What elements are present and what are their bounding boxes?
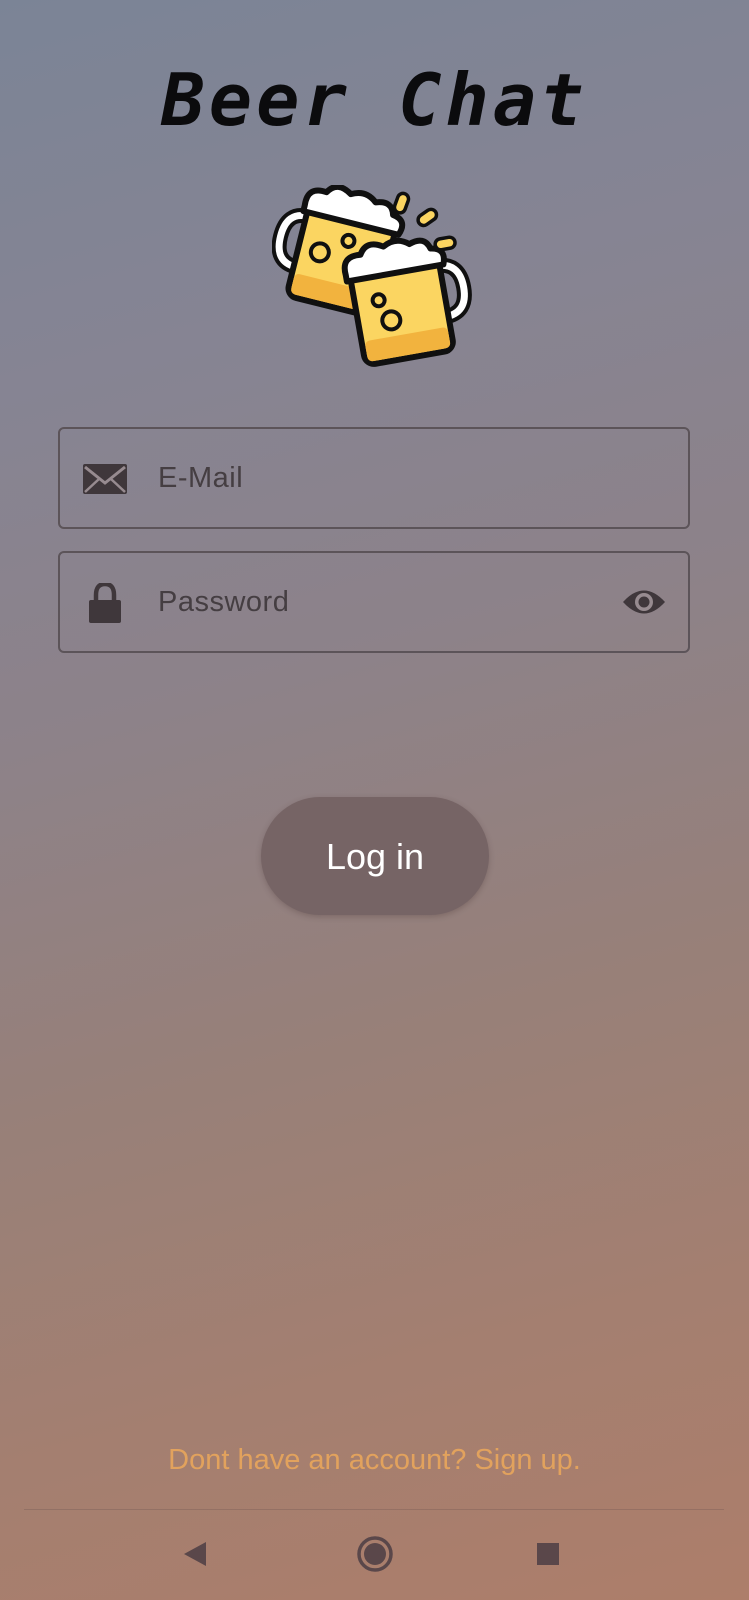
login-button[interactable]: Log in bbox=[261, 797, 489, 915]
beer-mugs-logo-icon bbox=[271, 183, 472, 375]
email-field[interactable]: E-Mail bbox=[58, 427, 690, 529]
home-circle-icon[interactable] bbox=[353, 1532, 397, 1576]
password-placeholder: Password bbox=[158, 586, 290, 618]
app-title: Beer Chat bbox=[161, 58, 588, 142]
back-triangle-icon[interactable] bbox=[174, 1532, 218, 1576]
eye-icon[interactable] bbox=[622, 585, 666, 619]
recents-square-icon[interactable] bbox=[526, 1532, 570, 1576]
lock-icon bbox=[82, 581, 128, 623]
email-placeholder: E-Mail bbox=[158, 462, 244, 494]
signup-link[interactable]: Dont have an account? Sign up. bbox=[0, 1444, 749, 1477]
mail-icon bbox=[82, 459, 128, 499]
system-navigation-bar bbox=[0, 1510, 749, 1600]
password-field[interactable]: Password bbox=[58, 551, 690, 653]
